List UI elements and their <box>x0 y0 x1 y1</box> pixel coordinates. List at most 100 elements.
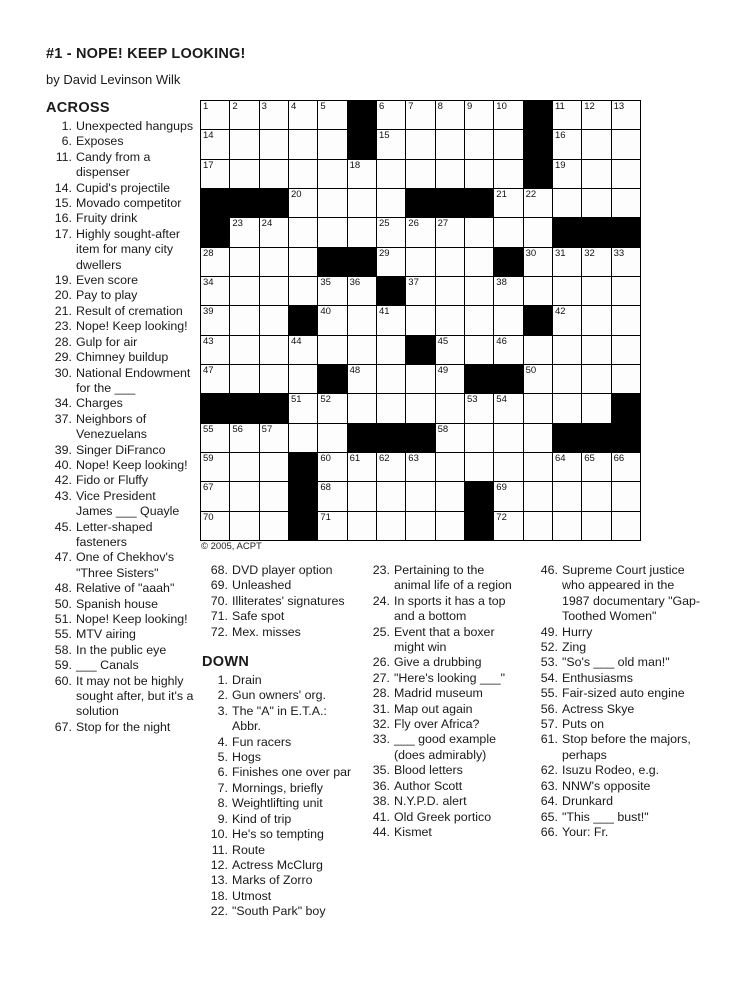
grid-cell[interactable]: 72 <box>494 511 524 541</box>
grid-cell[interactable]: 13 <box>611 101 641 131</box>
grid-cell[interactable] <box>552 276 583 307</box>
grid-cell[interactable] <box>376 188 407 219</box>
grid-cell[interactable] <box>611 130 641 160</box>
grid-cell[interactable] <box>494 159 524 189</box>
grid-cell[interactable]: 51 <box>288 394 319 424</box>
grid-cell[interactable]: 36 <box>347 276 377 307</box>
grid-cell[interactable]: 39 <box>201 306 231 336</box>
grid-cell[interactable] <box>318 423 348 453</box>
grid-cell[interactable]: 69 <box>494 482 524 512</box>
grid-cell[interactable] <box>523 335 553 365</box>
grid-cell[interactable]: 44 <box>288 335 319 365</box>
grid-cell[interactable]: 9 <box>464 101 495 131</box>
grid-cell[interactable] <box>464 130 495 160</box>
grid-cell[interactable]: 10 <box>494 101 524 131</box>
grid-cell[interactable] <box>259 159 289 189</box>
grid-cell[interactable] <box>347 482 377 512</box>
grid-cell[interactable]: 40 <box>318 306 348 336</box>
grid-cell[interactable]: 62 <box>376 452 407 483</box>
grid-cell[interactable] <box>582 159 612 189</box>
grid-cell[interactable] <box>230 364 260 395</box>
grid-cell[interactable]: 8 <box>435 101 465 131</box>
grid-cell[interactable] <box>288 364 319 395</box>
grid-cell[interactable]: 16 <box>552 130 583 160</box>
grid-cell[interactable] <box>523 394 553 424</box>
grid-cell[interactable] <box>230 159 260 189</box>
grid-cell[interactable] <box>582 482 612 512</box>
grid-cell[interactable]: 28 <box>201 247 231 277</box>
grid-cell[interactable]: 11 <box>552 101 583 131</box>
grid-cell[interactable]: 58 <box>435 423 465 453</box>
grid-cell[interactable]: 27 <box>435 218 465 248</box>
grid-cell[interactable] <box>435 482 465 512</box>
grid-cell[interactable] <box>611 482 641 512</box>
grid-cell[interactable]: 19 <box>552 159 583 189</box>
grid-cell[interactable] <box>523 482 553 512</box>
grid-cell[interactable] <box>406 130 436 160</box>
grid-cell[interactable] <box>523 511 553 541</box>
grid-cell[interactable]: 15 <box>376 130 407 160</box>
grid-cell[interactable] <box>259 306 289 336</box>
grid-cell[interactable]: 3 <box>259 101 289 131</box>
grid-cell[interactable]: 21 <box>494 188 524 219</box>
grid-cell[interactable]: 4 <box>288 101 319 131</box>
grid-cell[interactable]: 22 <box>523 188 553 219</box>
grid-cell[interactable] <box>582 130 612 160</box>
grid-cell[interactable]: 56 <box>230 423 260 453</box>
grid-cell[interactable] <box>376 335 407 365</box>
grid-cell[interactable] <box>406 482 436 512</box>
grid-cell[interactable]: 50 <box>523 364 553 395</box>
grid-cell[interactable]: 35 <box>318 276 348 307</box>
grid-cell[interactable]: 7 <box>406 101 436 131</box>
grid-cell[interactable]: 63 <box>406 452 436 483</box>
grid-cell[interactable] <box>288 276 319 307</box>
grid-cell[interactable] <box>611 159 641 189</box>
grid-cell[interactable] <box>288 247 319 277</box>
grid-cell[interactable] <box>494 130 524 160</box>
grid-cell[interactable] <box>376 511 407 541</box>
grid-cell[interactable] <box>347 218 377 248</box>
grid-cell[interactable] <box>230 452 260 483</box>
grid-cell[interactable] <box>259 247 289 277</box>
grid-cell[interactable]: 24 <box>259 218 289 248</box>
grid-cell[interactable]: 30 <box>523 247 553 277</box>
grid-cell[interactable] <box>494 452 524 483</box>
grid-cell[interactable] <box>435 130 465 160</box>
grid-cell[interactable] <box>259 511 289 541</box>
grid-cell[interactable] <box>435 511 465 541</box>
grid-cell[interactable] <box>435 452 465 483</box>
grid-cell[interactable] <box>406 511 436 541</box>
grid-cell[interactable]: 45 <box>435 335 465 365</box>
grid-cell[interactable]: 41 <box>376 306 407 336</box>
grid-cell[interactable] <box>523 218 553 248</box>
crossword-grid[interactable]: 1 2 3 4 5 6 7 8 9 10 11 12 13 14 15 16 17 18 19 20 21 22 23 24 2… <box>200 100 641 541</box>
grid-cell[interactable] <box>611 511 641 541</box>
grid-cell[interactable] <box>230 276 260 307</box>
grid-cell[interactable] <box>582 306 612 336</box>
grid-cell[interactable] <box>464 335 495 365</box>
grid-cell[interactable] <box>494 306 524 336</box>
grid-cell[interactable] <box>552 482 583 512</box>
grid-cell[interactable] <box>318 130 348 160</box>
grid-cell[interactable] <box>523 276 553 307</box>
grid-cell[interactable] <box>347 511 377 541</box>
grid-cell[interactable] <box>435 394 465 424</box>
grid-cell[interactable] <box>611 335 641 365</box>
grid-cell[interactable] <box>288 130 319 160</box>
grid-cell[interactable] <box>552 364 583 395</box>
grid-cell[interactable]: 48 <box>347 364 377 395</box>
grid-cell[interactable] <box>582 276 612 307</box>
grid-cell[interactable] <box>582 364 612 395</box>
grid-cell[interactable] <box>611 306 641 336</box>
grid-cell[interactable] <box>552 511 583 541</box>
grid-cell[interactable] <box>347 394 377 424</box>
grid-cell[interactable] <box>288 423 319 453</box>
grid-cell[interactable] <box>464 452 495 483</box>
grid-cell[interactable]: 32 <box>582 247 612 277</box>
grid-cell[interactable] <box>288 159 319 189</box>
grid-cell[interactable]: 34 <box>201 276 231 307</box>
grid-cell[interactable]: 18 <box>347 159 377 189</box>
grid-cell[interactable]: 37 <box>406 276 436 307</box>
grid-cell[interactable] <box>435 247 465 277</box>
grid-cell[interactable] <box>230 511 260 541</box>
